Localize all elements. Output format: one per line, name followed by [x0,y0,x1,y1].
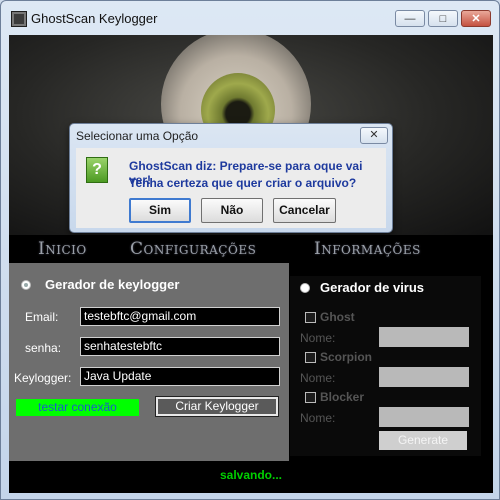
cancelar-button[interactable]: Cancelar [273,198,336,223]
menu-configuracoes[interactable]: Configurações [130,239,256,259]
email-label: Email: [25,310,59,324]
keylogger-radio[interactable] [21,280,31,290]
minimize-button[interactable]: — [395,10,425,27]
senha-field[interactable]: senhatestebftc [80,337,280,356]
menu-informacoes[interactable]: Informações [314,239,421,259]
keylogger-section-label: Gerador de keylogger [45,277,180,292]
confirm-dialog: Selecionar uma Opção ✕ ? GhostScan diz: … [69,123,393,233]
ghost-name-field[interactable] [379,327,469,347]
ghost-nome-label: Nome: [300,331,336,345]
keylogger-name-field[interactable]: Java Update [80,367,280,386]
menu-inicio[interactable]: Inicio [38,239,87,259]
client-area: Inicio Configurações Informações Gerador… [9,35,493,493]
scorpion-nome-label: Nome: [300,371,336,385]
window-title: GhostScan Keylogger [31,11,158,26]
dialog-close-button[interactable]: ✕ [360,127,388,144]
app-icon [11,11,27,27]
scorpion-name-field[interactable] [379,367,469,387]
blocker-checkbox[interactable] [305,392,316,403]
virus-panel: Gerador de virus Ghost Nome: Scorpion No… [290,276,481,456]
app-window: GhostScan Keylogger — □ ✕ Inicio Configu… [0,0,500,500]
dialog-body: ? GhostScan diz: Prepare-se para oque va… [76,148,386,228]
virus-section-label: Gerador de virus [320,280,425,295]
title-bar[interactable]: GhostScan Keylogger — □ ✕ [1,1,499,35]
question-icon: ? [86,157,108,183]
maximize-button[interactable]: □ [428,10,458,27]
generate-button[interactable]: Generate [379,431,467,450]
ghost-label: Ghost [320,310,355,324]
sim-button[interactable]: Sim [129,198,191,223]
create-keylogger-button[interactable]: Criar Keylogger [155,396,279,417]
main-menu: Inicio Configurações Informações [9,235,493,263]
senha-label: senha: [25,341,62,355]
keylogger-panel: Gerador de keylogger Email: testebftc@gm… [9,263,289,461]
scorpion-checkbox[interactable] [305,352,316,363]
email-field[interactable]: testebftc@gmail.com [80,307,280,326]
nao-button[interactable]: Não [201,198,263,223]
blocker-label: Blocker [320,390,365,404]
ghost-checkbox[interactable] [305,312,316,323]
scorpion-label: Scorpion [320,350,373,364]
dialog-title: Selecionar uma Opção [76,129,199,143]
test-connection-button[interactable]: testar conexão [16,399,139,416]
status-bar: salvando... [9,461,493,493]
close-button[interactable]: ✕ [461,10,491,27]
status-text: salvando... [219,468,283,482]
blocker-name-field[interactable] [379,407,469,427]
keylogger-name-label: Keylogger: [14,371,72,385]
dialog-message-line2: Tenha certeza que quer criar o arquivo? [129,176,357,190]
blocker-nome-label: Nome: [300,411,336,425]
virus-radio[interactable] [300,283,310,293]
